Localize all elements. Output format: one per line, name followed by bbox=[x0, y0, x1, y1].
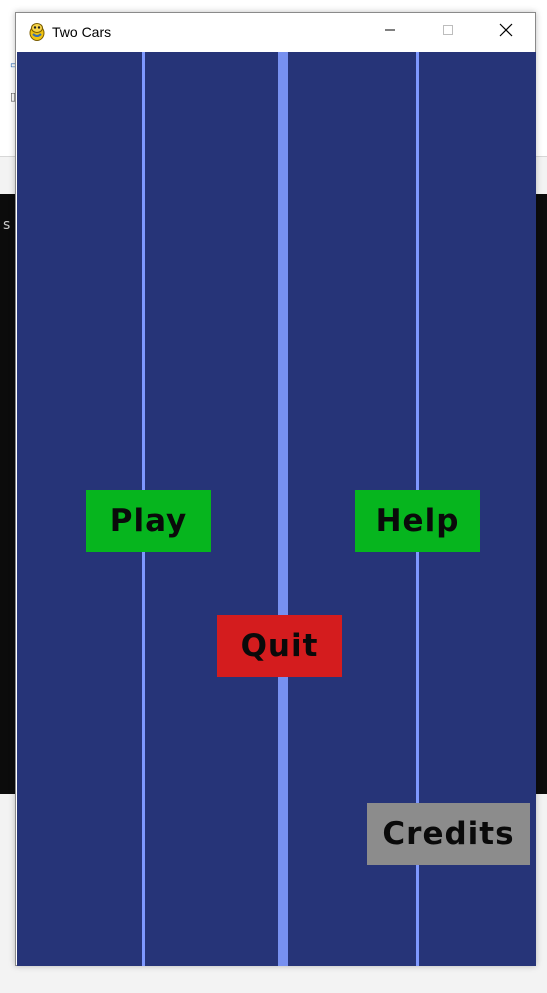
title-bar[interactable]: Two Cars bbox=[16, 13, 535, 51]
help-button[interactable]: Help bbox=[355, 490, 480, 552]
credits-button[interactable]: Credits bbox=[367, 803, 530, 865]
game-window: Two Cars Play Help Quit Credits bbox=[15, 12, 536, 966]
play-button[interactable]: Play bbox=[86, 490, 211, 552]
quit-button[interactable]: Quit bbox=[217, 615, 342, 677]
pygame-snake-icon bbox=[27, 22, 47, 42]
window-title: Two Cars bbox=[52, 24, 112, 40]
center-divider bbox=[278, 52, 288, 966]
game-canvas[interactable]: Play Help Quit Credits bbox=[17, 52, 536, 966]
close-icon bbox=[499, 23, 513, 42]
minimize-button[interactable] bbox=[361, 13, 419, 51]
maximize-button[interactable] bbox=[419, 13, 477, 51]
minimize-icon bbox=[384, 23, 396, 41]
maximize-icon bbox=[442, 23, 454, 41]
close-button[interactable] bbox=[477, 13, 535, 51]
